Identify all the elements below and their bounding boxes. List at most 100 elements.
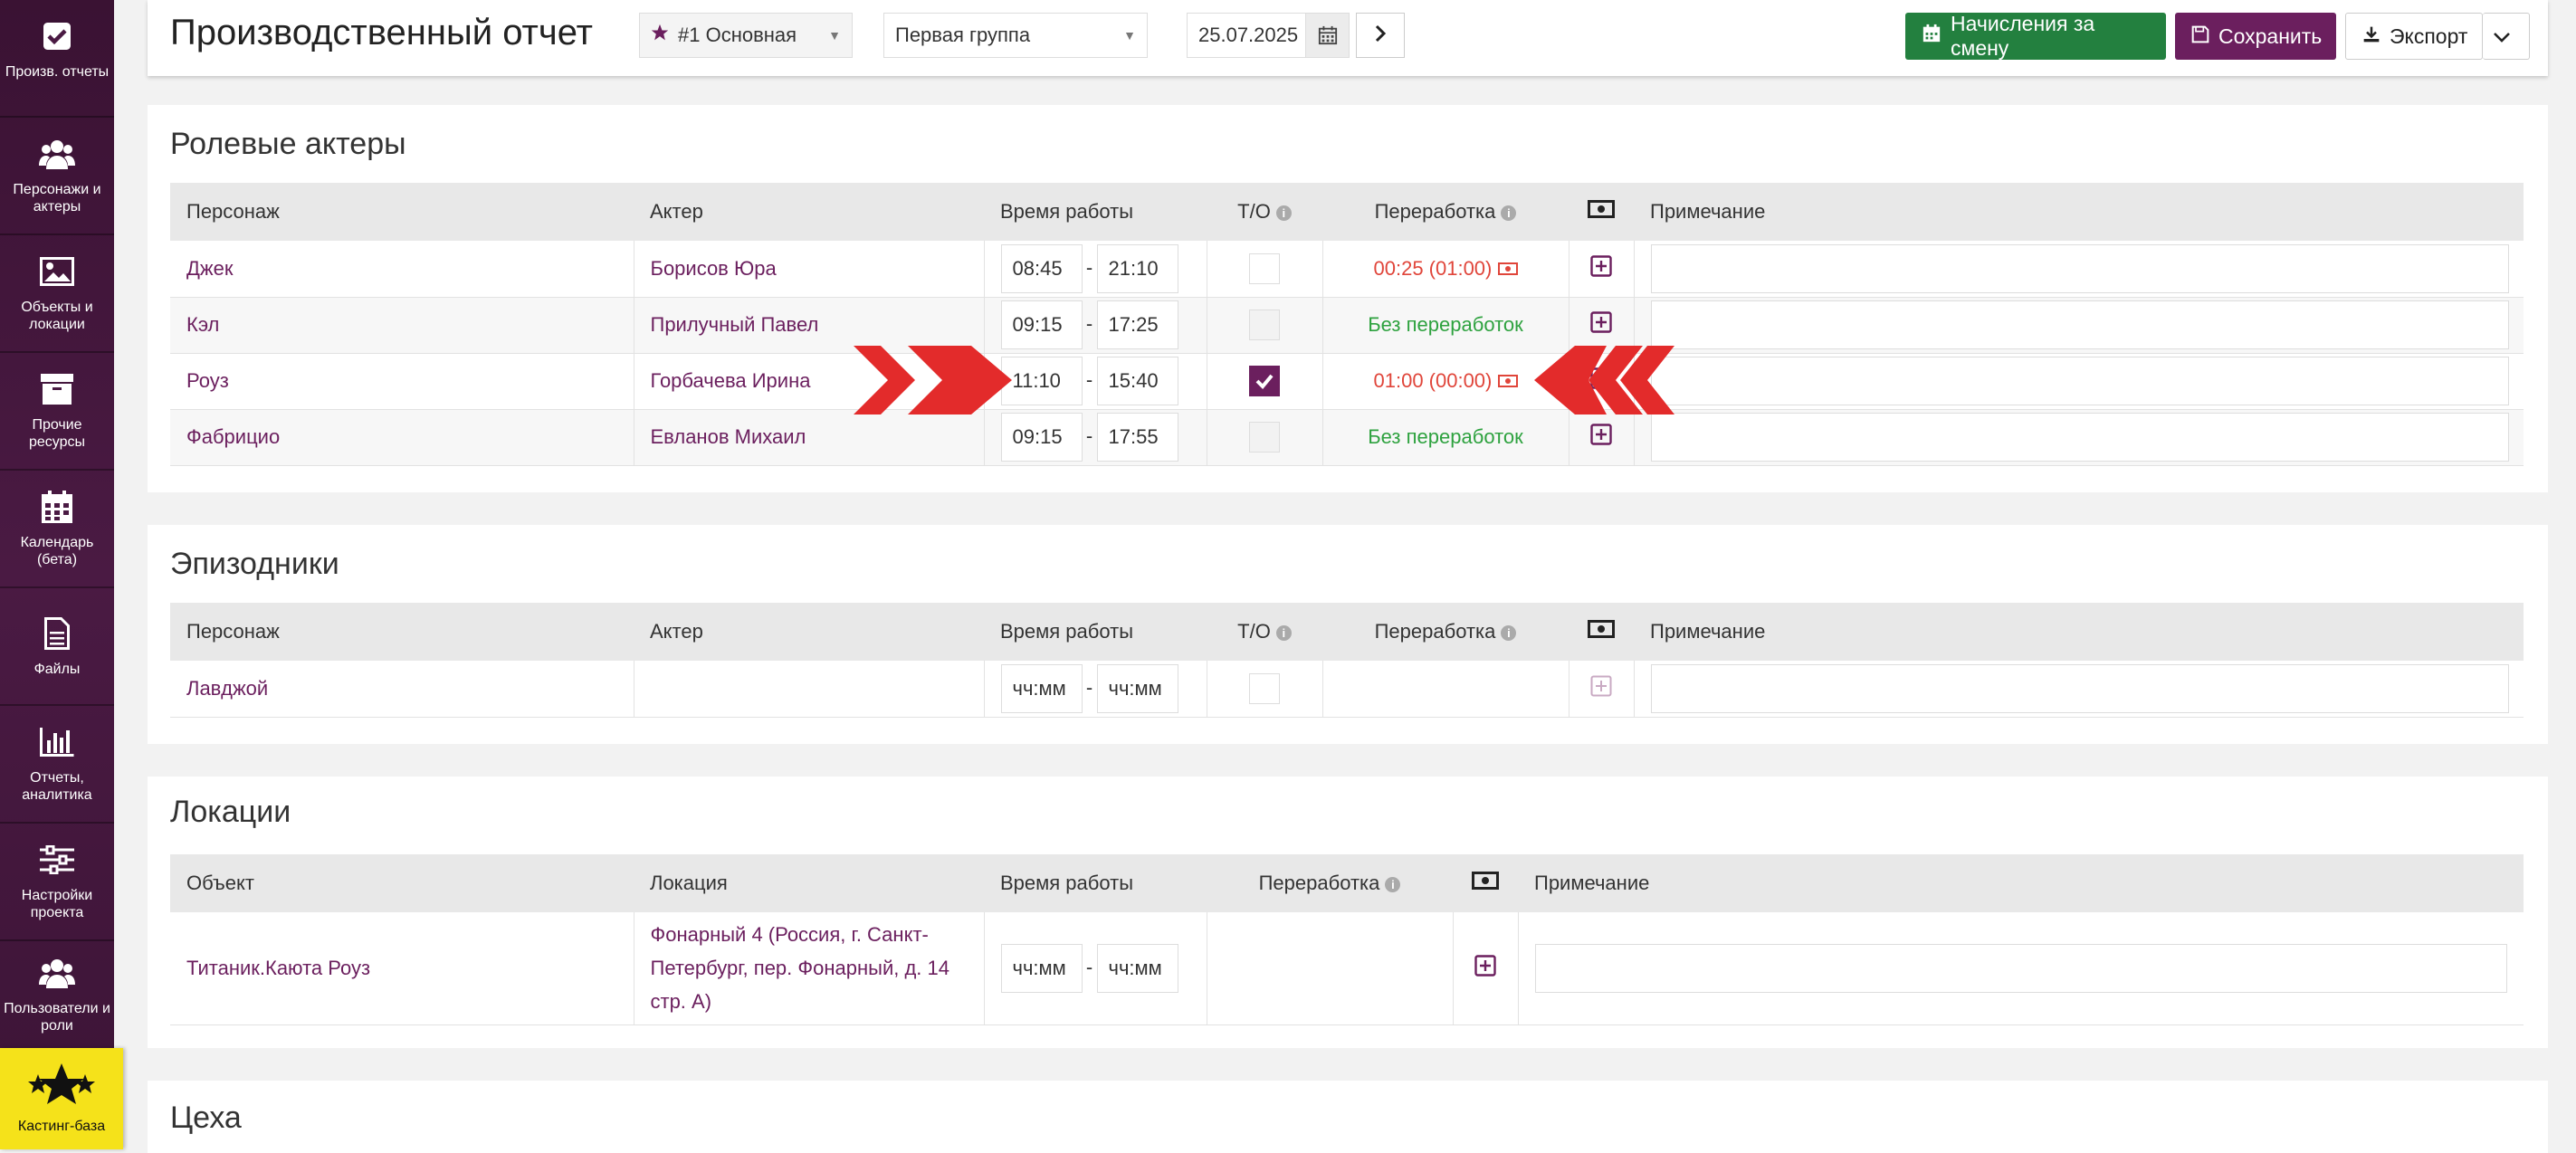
- shift-charges-label: Начисления за смену: [1951, 12, 2095, 60]
- start-time-input[interactable]: 09:15: [1000, 413, 1083, 462]
- to-checkbox[interactable]: [1249, 672, 1280, 704]
- to-checkbox[interactable]: [1249, 422, 1280, 453]
- character-link[interactable]: Лавджой: [186, 677, 268, 700]
- users-icon: [39, 955, 75, 991]
- sidebar-item-label: Объекты и локации: [21, 300, 93, 332]
- object-link[interactable]: Титаник.Каюта Роуз: [186, 957, 370, 979]
- end-time-input[interactable]: 17:25: [1096, 300, 1178, 349]
- start-time-input[interactable]: чч:мм: [1000, 943, 1083, 993]
- sidebar-item-label: Прочие ресурсы: [28, 417, 85, 450]
- annotation-arrow-right-icon: [854, 346, 1012, 415]
- end-time-input[interactable]: 17:55: [1096, 413, 1178, 462]
- note-input[interactable]: [1650, 663, 2509, 713]
- character-link[interactable]: Фабрицио: [186, 425, 280, 448]
- next-date-button[interactable]: [1356, 13, 1405, 58]
- column-header: Объект: [170, 854, 634, 912]
- floppy-icon: [2191, 24, 2218, 49]
- overtime-value: 01:00 (00:00): [1373, 369, 1493, 392]
- start-time-input[interactable]: чч:мм: [1000, 663, 1083, 713]
- info-icon[interactable]: i: [1501, 205, 1517, 221]
- start-time-input[interactable]: 09:15: [1000, 300, 1083, 349]
- column-header: Примечание: [1518, 854, 2524, 912]
- table-row: Джек Борисов Юра 08:45-21:10 00:25 (01:0…: [170, 241, 2524, 298]
- users-icon: [39, 136, 75, 172]
- sidebar-item-resources[interactable]: Прочие ресурсы: [0, 353, 114, 471]
- column-header: Актер: [634, 603, 984, 661]
- character-link[interactable]: Джек: [186, 257, 233, 280]
- end-time-input[interactable]: чч:мм: [1096, 943, 1178, 993]
- start-time-input[interactable]: 08:45: [1000, 243, 1083, 293]
- table-row: Кэл Прилучный Павел 09:15-17:25 Без пере…: [170, 297, 2524, 354]
- sidebar-item-analytics[interactable]: Отчеты, аналитика: [0, 706, 114, 824]
- sidebar-item-casting[interactable]: Кастинг-база: [0, 1048, 123, 1149]
- actor-link[interactable]: Борисов Юра: [651, 257, 777, 280]
- sidebar-item-label: Файлы: [33, 661, 81, 677]
- page-title: Производственный отчет: [170, 13, 593, 52]
- section-title: Ролевые актеры: [170, 127, 406, 161]
- start-time-input[interactable]: 11:10: [1000, 357, 1083, 405]
- sidebar-item-reports[interactable]: Произв. отчеты: [0, 0, 114, 118]
- actor-link[interactable]: Евланов Михаил: [651, 425, 806, 448]
- to-checkbox[interactable]: [1249, 310, 1280, 340]
- export-dropdown-button[interactable]: [2483, 13, 2530, 60]
- add-charge-icon[interactable]: [1590, 255, 1612, 282]
- save-label: Сохранить: [2218, 24, 2323, 48]
- overtime-value: Без переработок: [1368, 425, 1523, 448]
- check-square-icon: [41, 18, 73, 54]
- money-icon: [1569, 183, 1634, 241]
- info-icon[interactable]: i: [1501, 624, 1517, 641]
- report-select-value: #1 Основная: [678, 24, 797, 46]
- info-icon[interactable]: i: [1275, 205, 1292, 221]
- actor-link[interactable]: Прилучный Павел: [651, 313, 819, 336]
- column-header-overtime: Переработка i: [1322, 603, 1569, 661]
- add-charge-icon[interactable]: [1590, 675, 1612, 702]
- add-charge-icon[interactable]: [1474, 955, 1496, 982]
- sidebar-item-calendar[interactable]: Календарь (бета): [0, 471, 114, 588]
- end-time-input[interactable]: 15:40: [1096, 357, 1178, 405]
- end-time-input[interactable]: 21:10: [1096, 243, 1178, 293]
- add-charge-icon[interactable]: [1590, 311, 1612, 338]
- info-icon[interactable]: i: [1385, 876, 1401, 892]
- caret-down-icon: ▼: [828, 28, 841, 43]
- column-header-to: Т/О i: [1207, 603, 1322, 661]
- actor-link[interactable]: Горбачева Ирина: [651, 369, 811, 392]
- locations-table: Объект Локация Время работы Переработка i…: [170, 854, 2524, 1025]
- sidebar-item-users[interactable]: Пользователи и роли: [0, 941, 114, 1048]
- sidebar: Произв. отчеты Персонажи и актеры Объект…: [0, 0, 114, 1149]
- column-header: Примечание: [1634, 183, 2524, 241]
- shift-charges-button[interactable]: Начисления за смену: [1905, 12, 2166, 60]
- note-input[interactable]: [1534, 943, 2507, 993]
- info-icon[interactable]: i: [1275, 624, 1292, 641]
- export-button[interactable]: Экспорт: [2345, 13, 2483, 60]
- sidebar-item-objects[interactable]: Объекты и локации: [0, 235, 114, 353]
- sidebar-item-files[interactable]: Файлы: [0, 588, 114, 706]
- column-header: Актер: [634, 183, 984, 241]
- date-input[interactable]: 25.07.2025: [1187, 13, 1350, 58]
- end-time-input[interactable]: чч:мм: [1096, 663, 1178, 713]
- column-header-overtime: Переработка i: [1322, 183, 1569, 241]
- to-checkbox-checked[interactable]: [1249, 366, 1280, 396]
- money-icon: [1497, 257, 1518, 280]
- image-icon: [40, 253, 74, 290]
- character-link[interactable]: Кэл: [186, 313, 219, 336]
- note-input[interactable]: [1650, 243, 2509, 293]
- to-checkbox[interactable]: [1249, 253, 1280, 284]
- caret-down-icon: ▼: [1123, 28, 1136, 43]
- save-button[interactable]: Сохранить: [2175, 13, 2336, 60]
- note-input[interactable]: [1650, 413, 2509, 462]
- note-input[interactable]: [1650, 357, 2509, 405]
- group-select[interactable]: Первая группа ▼: [883, 13, 1148, 58]
- calendar-icon[interactable]: [1305, 14, 1349, 57]
- add-charge-icon[interactable]: [1590, 424, 1612, 451]
- location-link[interactable]: Фонарный 4 (Россия, г. Санкт-Петербург, …: [651, 923, 949, 1013]
- calendar-icon: [42, 489, 72, 525]
- report-select[interactable]: #1 Основная ▼: [639, 13, 853, 58]
- character-link[interactable]: Роуз: [186, 369, 229, 392]
- table-row: Фабрицио Евланов Михаил 09:15-17:55 Без …: [170, 409, 2524, 466]
- section-title: Локации: [170, 795, 291, 829]
- sidebar-item-settings[interactable]: Настройки проекта: [0, 824, 114, 941]
- sidebar-item-characters[interactable]: Персонажи и актеры: [0, 118, 114, 235]
- note-input[interactable]: [1650, 300, 2509, 349]
- file-icon: [44, 615, 70, 652]
- role-actors-table: Персонаж Актер Время работы Т/О i Перераб…: [170, 183, 2524, 466]
